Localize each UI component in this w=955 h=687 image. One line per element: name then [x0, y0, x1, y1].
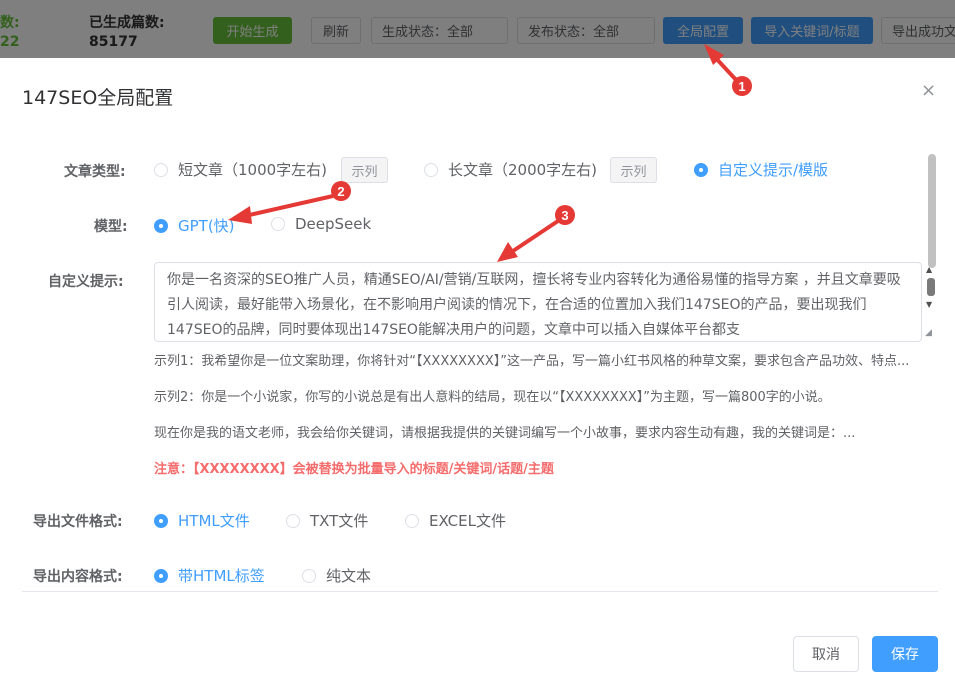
model-label: 模型: — [94, 219, 128, 235]
replacement-note: 注意：【XXXXXXXX】会被替换为批量导入的标题/关键词/话题/主题 — [154, 462, 554, 477]
footer-divider — [22, 591, 938, 592]
radio-circle-icon — [286, 513, 300, 528]
radio-label: 自定义提示/模版 — [718, 161, 829, 179]
radio-label: 带HTML标签 — [178, 567, 265, 585]
radio-circle-icon — [405, 513, 419, 528]
radio-circle-icon — [271, 217, 285, 231]
resize-grip-icon[interactable]: ◢ — [925, 328, 935, 338]
radio-selected-icon — [154, 568, 168, 583]
radio-selected-icon — [694, 162, 708, 177]
radio-deepseek[interactable]: DeepSeek — [271, 215, 371, 233]
radio-label: 短文章（1000字左右) — [178, 161, 328, 179]
radio-gpt[interactable]: GPT(快) — [154, 215, 235, 236]
dialog-title: 147SEO全局配置 — [22, 87, 174, 109]
close-icon[interactable]: × — [921, 82, 936, 100]
radio-label: GPT(快) — [178, 217, 235, 235]
radio-short-article[interactable]: 短文章（1000字左右) — [154, 159, 327, 180]
radio-plain-text[interactable]: 纯文本 — [302, 565, 371, 586]
example-1: 示列1：我希望你是一位文案助理，你将针对“【XXXXXXXX】”这一产品，写一篇… — [154, 354, 910, 369]
radio-label: 纯文本 — [326, 567, 372, 585]
article-type-label: 文章类型: — [64, 164, 126, 180]
export-file-label: 导出文件格式: — [33, 514, 123, 530]
radio-circle-icon — [302, 568, 316, 583]
save-button[interactable]: 保存 — [872, 636, 938, 672]
radio-label: TXT文件 — [310, 512, 369, 530]
custom-prompt-label: 自定义提示: — [48, 274, 124, 290]
radio-excel-file[interactable]: EXCEL文件 — [405, 510, 506, 531]
dialog-scrollbar[interactable] — [928, 154, 936, 268]
radio-long-article[interactable]: 长文章（2000字左右) — [424, 159, 597, 180]
export-content-label: 导出内容格式: — [33, 569, 123, 585]
modal-overlay — [0, 0, 955, 58]
radio-txt-file[interactable]: TXT文件 — [286, 510, 368, 531]
radio-selected-icon — [154, 513, 168, 528]
global-config-dialog: 147SEO全局配置 × 文章类型: 短文章（1000字左右) 示列 长文章（2… — [0, 58, 955, 687]
radio-label: EXCEL文件 — [429, 512, 506, 530]
example-2: 示列2：你是一个小说家，你写的小说总是有出人意料的结局，现在以“【XXXXXXX… — [154, 390, 831, 405]
scroll-up-icon[interactable]: ▲ — [926, 265, 932, 274]
custom-prompt-textarea[interactable]: 你是一名资深的SEO推广人员，精通SEO/AI/营销/互联网，擅长将专业内容转化… — [154, 262, 922, 342]
radio-circle-icon — [424, 162, 438, 177]
radio-html-file[interactable]: HTML文件 — [154, 510, 250, 531]
radio-circle-icon — [154, 162, 168, 177]
short-example-button[interactable]: 示列 — [341, 157, 388, 183]
example-3: 现在你是我的语文老师，我会给你关键词，请根据我提供的关键词编写一个小故事，要求内… — [154, 426, 856, 441]
radio-label: 长文章（2000字左右) — [448, 161, 598, 179]
radio-selected-icon — [154, 218, 168, 233]
radio-label: HTML文件 — [178, 512, 250, 530]
textarea-scroll-thumb[interactable] — [927, 278, 935, 296]
radio-with-html-tags[interactable]: 带HTML标签 — [154, 565, 265, 586]
long-example-button[interactable]: 示列 — [610, 157, 657, 183]
radio-label: DeepSeek — [295, 215, 372, 233]
cancel-button[interactable]: 取消 — [793, 636, 859, 672]
scroll-down-icon[interactable]: ▼ — [926, 300, 932, 309]
radio-custom-prompt[interactable]: 自定义提示/模版 — [694, 159, 828, 180]
